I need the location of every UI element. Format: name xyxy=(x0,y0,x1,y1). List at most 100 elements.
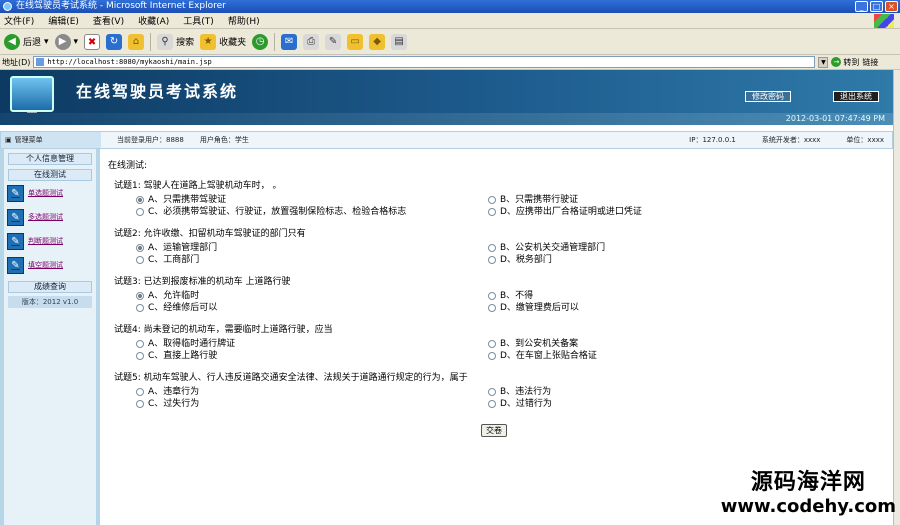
sidebar-item-multiple-choice[interactable]: ✎ 多选题测试 xyxy=(4,205,96,229)
address-input[interactable]: http://localhost:8080/mykaoshi/main.jsp xyxy=(33,56,816,68)
radio-button[interactable] xyxy=(136,208,144,216)
answer-option[interactable]: B、到公安机关备案 xyxy=(488,338,578,350)
menu-view[interactable]: 查看(V) xyxy=(93,14,124,27)
sidebar-item-single-choice[interactable]: ✎ 单选题测试 xyxy=(4,181,96,205)
sidebar-item-true-false[interactable]: ✎ 判断题测试 xyxy=(4,229,96,253)
option-label: A、只需携带驾驶证 xyxy=(148,195,227,205)
home-icon[interactable]: ⌂ xyxy=(128,33,145,50)
answer-option[interactable]: C、工商部门 xyxy=(136,254,199,266)
favorites-button[interactable]: ★ 收藏夹 xyxy=(200,33,246,50)
question-title: 试题5: 机动车驾驶人、行人违反道路交通安全法律、法规关于道路通行规定的行为，属… xyxy=(114,373,468,383)
answer-option[interactable]: A、允许临时 xyxy=(136,290,199,302)
radio-button[interactable] xyxy=(136,388,144,396)
radio-button[interactable] xyxy=(488,388,496,396)
address-dropdown-button[interactable]: ▼ xyxy=(818,56,829,68)
search-button[interactable]: ⚲ 搜索 xyxy=(157,33,194,50)
stop-icon[interactable]: ✖ xyxy=(84,33,101,50)
answer-option[interactable]: A、违章行为 xyxy=(136,386,199,398)
question-5: 试题5: 机动车驾驶人、行人违反道路交通安全法律、法规关于道路通行规定的行为，属… xyxy=(114,372,552,409)
edit-icon[interactable]: ✎ xyxy=(325,33,342,50)
menu-help[interactable]: 帮助(H) xyxy=(228,14,260,27)
answer-option[interactable]: C、直接上路行驶 xyxy=(136,350,217,362)
ip-address: IP：127.0.0.1 xyxy=(689,136,736,144)
print-icon[interactable]: ⎙ xyxy=(303,33,320,50)
radio-button[interactable] xyxy=(488,208,496,216)
answer-option[interactable]: D、缴管理费后可以 xyxy=(488,302,579,314)
links-button[interactable]: 链接 xyxy=(862,57,878,68)
history-icon[interactable]: ◷ xyxy=(252,33,269,50)
answer-option[interactable]: C、经维修后可以 xyxy=(136,302,217,314)
refresh-icon[interactable]: ↻ xyxy=(106,33,123,50)
answer-option[interactable]: D、在车窗上张贴合格证 xyxy=(488,350,597,362)
toolbar-divider xyxy=(274,32,276,51)
radio-button[interactable] xyxy=(136,196,144,204)
option-label: D、过错行为 xyxy=(500,399,552,409)
page-scrollbar[interactable] xyxy=(893,70,900,525)
user-role: 用户角色：学生 xyxy=(199,136,249,144)
option-label: A、允许临时 xyxy=(148,291,200,301)
forward-button[interactable]: ▶ ▾ xyxy=(54,33,78,50)
go-button[interactable]: → 转到 xyxy=(831,57,859,68)
logout-button[interactable]: 退出系统 xyxy=(833,91,879,102)
answer-option[interactable]: B、违法行为 xyxy=(488,386,551,398)
answer-option[interactable]: D、税务部门 xyxy=(488,254,552,266)
radio-button[interactable] xyxy=(488,292,496,300)
close-button[interactable]: × xyxy=(885,1,898,12)
radio-button[interactable] xyxy=(136,304,144,312)
research-icon[interactable]: ▤ xyxy=(391,33,408,50)
answer-option[interactable]: C、过失行为 xyxy=(136,398,199,410)
option-label: D、缴管理费后可以 xyxy=(500,303,579,313)
question-3: 试题3: 已达到报废标准的机动车 上道路行驶 A、允许临时 B、不得 C、经维修后可以… xyxy=(114,276,579,313)
answer-option[interactable]: D、过错行为 xyxy=(488,398,552,410)
menu-favorites[interactable]: 收藏(A) xyxy=(138,14,169,27)
radio-button[interactable] xyxy=(136,256,144,264)
radio-button[interactable] xyxy=(136,292,144,300)
sidebar-online-test[interactable]: 在线测试 xyxy=(8,169,92,181)
radio-button[interactable] xyxy=(488,244,496,252)
answer-option[interactable]: B、不得 xyxy=(488,290,533,302)
answer-option[interactable]: A、取得临时通行牌证 xyxy=(136,338,235,350)
chevron-down-icon: ▾ xyxy=(44,36,49,47)
browser-window: 在线驾驶员考试系统 - Microsoft Internet Explorer … xyxy=(0,0,900,525)
watermark-title: 源码海洋网 xyxy=(750,470,866,495)
option-label: C、必须携带驾驶证、行驶证，放置强制保险标志、检验合格标志 xyxy=(148,207,407,217)
maximize-button[interactable]: □ xyxy=(870,1,883,12)
sidebar-item-fill-blank[interactable]: ✎ 填空题测试 xyxy=(4,253,96,277)
radio-button[interactable] xyxy=(488,400,496,408)
answer-option[interactable]: A、运输管理部门 xyxy=(136,242,217,254)
folder-icon[interactable]: ▭ xyxy=(347,33,364,50)
minimize-button[interactable]: _ xyxy=(855,1,868,12)
messenger-icon[interactable]: ◆ xyxy=(369,33,386,50)
radio-button[interactable] xyxy=(488,340,496,348)
back-button[interactable]: ◀ 后退 ▾ xyxy=(4,33,49,50)
sidebar-personal-info[interactable]: 个人信息管理 xyxy=(8,153,92,165)
change-password-button[interactable]: 修改密码 xyxy=(745,91,791,102)
radio-button[interactable] xyxy=(488,196,496,204)
windows-logo-icon xyxy=(874,14,894,28)
menu-edit[interactable]: 编辑(E) xyxy=(48,14,79,27)
radio-button[interactable] xyxy=(136,400,144,408)
radio-button[interactable] xyxy=(136,244,144,252)
question-2: 试题2: 允许收缴、扣留机动车驾驶证的部门只有 A、运输管理部门 B、公安机关交通管… xyxy=(114,228,605,265)
unit: 单位：xxxx xyxy=(846,136,884,144)
address-bar: 地址(D) http://localhost:8080/mykaoshi/mai… xyxy=(0,55,900,70)
radio-button[interactable] xyxy=(488,304,496,312)
radio-button[interactable] xyxy=(136,352,144,360)
sidebar-grades[interactable]: 成绩查询 xyxy=(8,281,92,293)
monitor-logo-icon xyxy=(10,76,54,117)
answer-option[interactable]: B、只需携带行驶证 xyxy=(488,194,578,206)
current-user: 当前登录用户：8888 xyxy=(117,136,184,144)
mail-icon[interactable]: ✉ xyxy=(281,33,298,50)
option-label: B、只需携带行驶证 xyxy=(500,195,579,205)
answer-option[interactable]: B、公安机关交通管理部门 xyxy=(488,242,605,254)
radio-button[interactable] xyxy=(136,340,144,348)
submit-button[interactable]: 交卷 xyxy=(481,424,507,437)
radio-button[interactable] xyxy=(488,256,496,264)
answer-option[interactable]: C、必须携带驾驶证、行驶证，放置强制保险标志、检验合格标志 xyxy=(136,206,406,218)
menu-file[interactable]: 文件(F) xyxy=(4,14,34,27)
option-label: D、应携带出厂合格证明或进口凭证 xyxy=(500,207,642,217)
menu-tools[interactable]: 工具(T) xyxy=(183,14,214,27)
answer-option[interactable]: D、应携带出厂合格证明或进口凭证 xyxy=(488,206,642,218)
radio-button[interactable] xyxy=(488,352,496,360)
answer-option[interactable]: A、只需携带驾驶证 xyxy=(136,194,226,206)
